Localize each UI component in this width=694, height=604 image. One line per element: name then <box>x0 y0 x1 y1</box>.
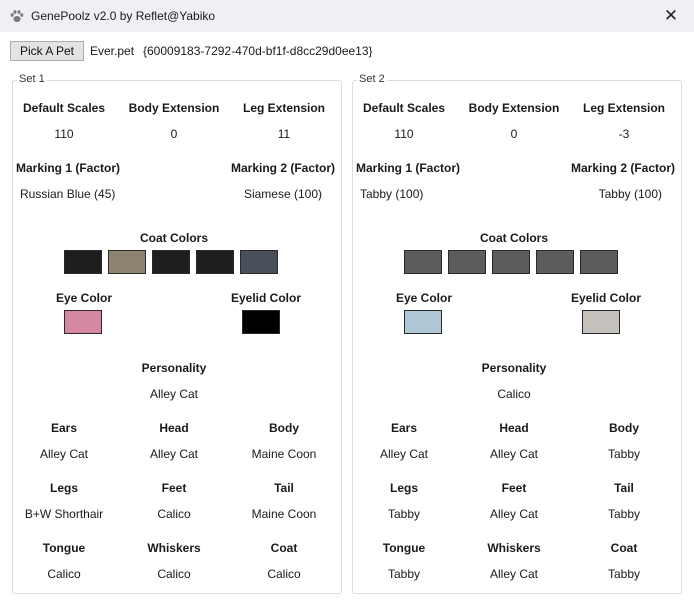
coat-color-swatch-2[interactable] <box>108 250 146 274</box>
tail-value: Maine Coon <box>251 507 317 521</box>
feet-value: Alley Cat <box>489 507 539 521</box>
head-label: Head <box>159 421 189 435</box>
eyelid-color-label: Eyelid Color <box>570 291 642 305</box>
body-value: Maine Coon <box>251 447 317 461</box>
coat-colors-label: Coat Colors <box>479 231 549 245</box>
eye-color-label: Eye Color <box>55 291 113 305</box>
coat-color-swatch-3[interactable] <box>152 250 190 274</box>
marking-1-label: Marking 1 (Factor) <box>356 161 461 175</box>
eyelid-color-label: Eyelid Color <box>230 291 302 305</box>
leg-extension-label: Leg Extension <box>582 101 666 115</box>
group-title: Set 2 <box>357 73 387 85</box>
tongue-value: Tabby <box>387 567 421 581</box>
marking-2-label: Marking 2 (Factor) <box>570 161 675 175</box>
pick-a-pet-button[interactable]: Pick A Pet <box>10 41 84 61</box>
coat-color-swatch-4[interactable] <box>196 250 234 274</box>
body-extension-label: Body Extension <box>128 101 220 115</box>
group-title: Set 1 <box>17 73 47 85</box>
default-scales-value: 110 <box>394 127 414 141</box>
tail-label: Tail <box>274 481 294 495</box>
personality-label: Personality <box>481 361 547 375</box>
body-extension-value: 0 <box>510 127 518 141</box>
pet-guid: {60009183-7292-470d-bf1f-d8cc29d0ee13} <box>143 44 373 58</box>
whiskers-label: Whiskers <box>147 541 201 555</box>
marking-1-value: Tabby (100) <box>360 187 424 201</box>
leg-extension-value: 11 <box>277 127 291 141</box>
eyelid-color-swatch[interactable] <box>242 310 280 334</box>
close-button[interactable]: ✕ <box>648 0 694 32</box>
paw-icon <box>10 10 24 22</box>
marking-2-value: Siamese (100) <box>243 187 322 201</box>
coat-color-swatch-5[interactable] <box>580 250 618 274</box>
body-extension-label: Body Extension <box>468 101 560 115</box>
coat-colors-label: Coat Colors <box>139 231 209 245</box>
main-content: Pick A Pet Ever.pet {60009183-7292-470d-… <box>0 32 694 604</box>
body-value: Tabby <box>607 447 641 461</box>
ears-value: Alley Cat <box>379 447 429 461</box>
eye-color-swatch[interactable] <box>404 310 442 334</box>
tongue-label: Tongue <box>382 541 426 555</box>
feet-value: Calico <box>157 507 191 521</box>
leg-extension-label: Leg Extension <box>242 101 326 115</box>
default-scales-label: Default Scales <box>22 101 106 115</box>
whiskers-label: Whiskers <box>487 541 541 555</box>
ears-label: Ears <box>50 421 78 435</box>
title-bar: GenePoolz v2.0 by Reflet@Yabiko ✕ <box>0 0 694 33</box>
coat-value: Tabby <box>607 567 641 581</box>
marking-1-label: Marking 1 (Factor) <box>16 161 121 175</box>
set-2-group: Set 2 Default Scales 110 Body Extension 0 Leg… <box>352 73 682 594</box>
body-extension-value: 0 <box>170 127 178 141</box>
coat-color-swatch-1[interactable] <box>64 250 102 274</box>
coat-color-swatch-5[interactable] <box>240 250 278 274</box>
marking-1-value: Russian Blue (45) <box>20 187 116 201</box>
coat-label: Coat <box>610 541 638 555</box>
coat-color-swatch-4[interactable] <box>536 250 574 274</box>
marking-2-label: Marking 2 (Factor) <box>230 161 335 175</box>
set-1-group: Set 1 Default Scales 110 Body Extension 0 Leg… <box>12 73 342 594</box>
default-scales-value: 110 <box>54 127 74 141</box>
personality-value: Alley Cat <box>149 387 199 401</box>
head-label: Head <box>499 421 529 435</box>
legs-label: Legs <box>389 481 419 495</box>
body-label: Body <box>269 421 299 435</box>
coat-color-swatch-2[interactable] <box>448 250 486 274</box>
coat-label: Coat <box>270 541 298 555</box>
legs-label: Legs <box>49 481 79 495</box>
feet-label: Feet <box>161 481 187 495</box>
whiskers-value: Alley Cat <box>489 567 539 581</box>
eye-color-label: Eye Color <box>395 291 453 305</box>
personality-label: Personality <box>141 361 207 375</box>
legs-value: Tabby <box>387 507 421 521</box>
pet-filename: Ever.pet <box>90 44 135 58</box>
leg-extension-value: -3 <box>618 127 630 141</box>
marking-2-value: Tabby (100) <box>598 187 662 201</box>
eyelid-color-swatch[interactable] <box>582 310 620 334</box>
personality-value: Calico <box>497 387 531 401</box>
tail-value: Tabby <box>607 507 641 521</box>
body-label: Body <box>609 421 639 435</box>
close-icon: ✕ <box>663 6 679 25</box>
coat-color-swatch-1[interactable] <box>404 250 442 274</box>
ears-value: Alley Cat <box>39 447 89 461</box>
coat-color-swatch-3[interactable] <box>492 250 530 274</box>
feet-label: Feet <box>501 481 527 495</box>
whiskers-value: Calico <box>157 567 191 581</box>
tongue-value: Calico <box>47 567 81 581</box>
default-scales-label: Default Scales <box>362 101 446 115</box>
tail-label: Tail <box>614 481 634 495</box>
eye-color-swatch[interactable] <box>64 310 102 334</box>
tongue-label: Tongue <box>42 541 86 555</box>
ears-label: Ears <box>390 421 418 435</box>
head-value: Alley Cat <box>149 447 199 461</box>
window-title: GenePoolz v2.0 by Reflet@Yabiko <box>31 9 216 23</box>
coat-value: Calico <box>267 567 301 581</box>
head-value: Alley Cat <box>489 447 539 461</box>
legs-value: B+W Shorthair <box>24 507 104 521</box>
